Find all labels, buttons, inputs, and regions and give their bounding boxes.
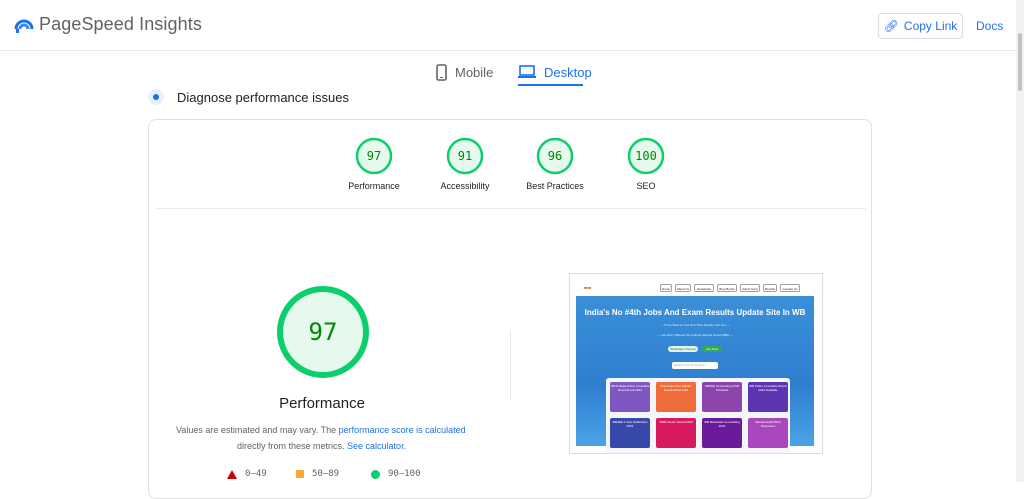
copy-link-label: Copy Link <box>903 19 958 33</box>
mobile-icon <box>436 63 447 81</box>
gauge-score: 97 <box>366 149 382 163</box>
legend-range: 50–89 <box>312 469 340 479</box>
screenshot-nav-item: About Us <box>675 284 691 292</box>
performance-score-link[interactable]: performance score is calculated <box>339 425 466 435</box>
triangle-icon <box>227 469 237 479</box>
legend-fail: 0–49 <box>227 469 267 479</box>
screenshot-nav-item: Newsletter <box>694 284 714 292</box>
gauge-label: Performance <box>348 181 400 191</box>
screenshot-card: Mental Health Brief Discussion <box>748 418 788 448</box>
gauge-score: 91 <box>457 149 473 163</box>
screenshot-card: WBJEE 1 Year Notification 2024 <box>610 418 650 448</box>
gauge-score: 100 <box>635 149 657 163</box>
vertical-divider <box>510 330 511 400</box>
gauge-label: SEO <box>636 181 656 191</box>
screenshot-card-grid: WB Kolkata Police Constable Recruitment … <box>606 378 790 453</box>
screenshot-card: WB Madrasah Counselling 2024 <box>702 418 742 448</box>
app-title: PageSpeed Insights <box>39 14 202 34</box>
screenshot-card: Download Free Sarkari Result Admit Card <box>656 382 696 412</box>
circle-icon <box>371 469 380 479</box>
diagnose-title: Diagnose performance issues <box>177 90 349 105</box>
screenshot-card: TMBU Exam Result 2024 <box>656 418 696 448</box>
tab-desktop-label: Desktop <box>544 64 592 80</box>
screenshot-card: WB Police Constable Result 2024 Availabl… <box>748 382 788 412</box>
screenshot-nav: ■■■ Home About Us Newsletter Best Books … <box>576 279 814 296</box>
score-note: Values are estimated and may vary. The p… <box>176 425 476 435</box>
legend-range: 0–49 <box>245 469 267 479</box>
screenshot-headline: India's No #4th Jobs And Exam Results Up… <box>584 308 806 317</box>
screenshot-logo-icon: ■■■ <box>584 285 592 290</box>
gauge-label: Best Practices <box>526 181 584 191</box>
screenshot-join-pill: Join Now <box>702 346 722 352</box>
docs-link[interactable]: Docs <box>976 19 1003 33</box>
legend-range: 90–100 <box>388 469 421 479</box>
screenshot-nav-item: Home <box>660 284 672 292</box>
screenshot-search: Search Your Post Here... <box>672 362 718 369</box>
section-divider <box>156 208 866 209</box>
tab-mobile[interactable]: Mobile <box>436 56 493 88</box>
desktop-icon <box>518 65 536 78</box>
link-icon: 🔗︎ <box>883 19 899 33</box>
screenshot-subline: --- Job Entry Different By College Stipe… <box>657 333 733 337</box>
gauge-score: 96 <box>547 149 563 163</box>
performance-label: Performance <box>279 395 365 412</box>
tab-mobile-label: Mobile <box>455 64 494 80</box>
performance-score: 97 <box>308 318 338 346</box>
legend-pass: 90–100 <box>371 469 421 479</box>
score-note-line2: directly from these metrics. See calcula… <box>237 441 406 451</box>
gauge-label: Accessibility <box>440 181 490 191</box>
screenshot-nav-item: Admit Card <box>740 284 760 292</box>
gauge-seo[interactable]: 100 SEO <box>606 137 686 191</box>
screenshot-nav-item: Contact Us <box>780 284 800 292</box>
screenshot-hero: India's No #4th Jobs And Exam Results Up… <box>576 296 814 453</box>
see-calculator-link[interactable]: See calculator. <box>347 441 406 451</box>
scrollbar-thumb[interactable] <box>1018 33 1022 91</box>
diagnose-icon <box>148 89 164 105</box>
screenshot-nav-item: Best Books <box>717 284 737 292</box>
screenshot-card: WB Kolkata Police Constable Recruitment … <box>610 382 650 412</box>
screenshot-subline: --- If You Want to Your Self Then Quickl… <box>660 323 730 327</box>
gauge-accessibility[interactable]: 91 Accessibility <box>425 137 505 191</box>
square-icon <box>296 470 304 478</box>
note-middle: directly from these metrics. <box>237 441 348 451</box>
screenshot-nav-item: Results <box>763 284 777 292</box>
legend-average: 50–89 <box>296 469 339 479</box>
copy-link-button[interactable]: 🔗︎ Copy Link <box>878 13 963 39</box>
page-screenshot: ■■■ Home About Us Newsletter Best Books … <box>569 273 823 454</box>
active-tab-indicator <box>518 84 583 86</box>
note-prefix: Values are estimated and may vary. The <box>176 425 339 435</box>
gauge-performance[interactable]: 97 Performance <box>334 137 414 191</box>
top-bar: PageSpeed Insights 🔗︎ Copy Link Docs <box>0 0 1022 51</box>
gauge-best-practices[interactable]: 96 Best Practices <box>515 137 595 191</box>
pagespeed-logo-icon <box>14 19 34 33</box>
screenshot-card: WBJEE Counselling 2024 Schedule <box>702 382 742 412</box>
screenshot-whatsapp-pill: Whatsapp Channel <box>668 346 698 352</box>
